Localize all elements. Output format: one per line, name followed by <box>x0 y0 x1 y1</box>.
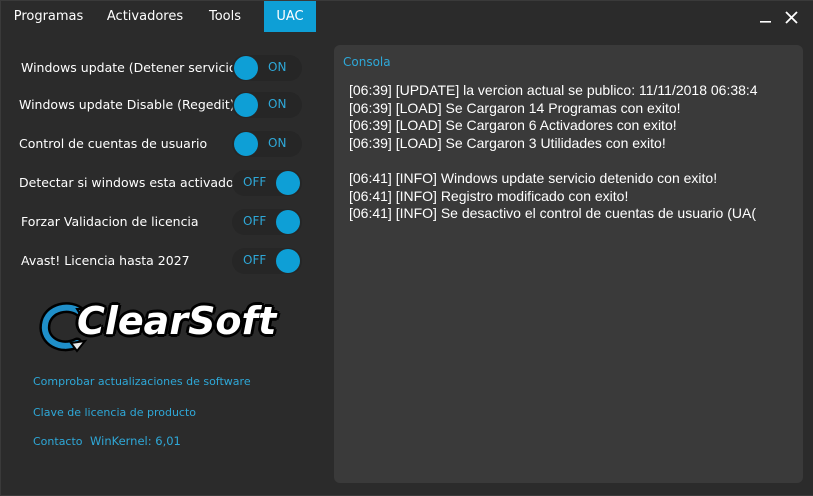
console-log: [06:39] [UPDATE] la vercion actual se pu… <box>349 82 770 223</box>
tab-bar: Programas Activadores Tools UAC <box>1 1 813 32</box>
log-line: [06:39] [UPDATE] la vercion actual se pu… <box>349 82 758 98</box>
logo-text: ClearSoft <box>77 299 277 343</box>
setting-label: Avast! Licencia hasta 2027 <box>21 253 190 268</box>
toggle-switch[interactable]: ON <box>232 92 302 118</box>
log-line: [06:39] [LOAD] Se Cargaron 3 Utilidades … <box>349 134 666 151</box>
toggle-knob <box>234 56 258 80</box>
setting-label: Control de cuentas de usuario <box>19 136 208 151</box>
tab-activadores[interactable]: Activadores <box>96 1 194 32</box>
minimize-button[interactable] <box>753 6 779 28</box>
tab-uac[interactable]: UAC <box>264 1 316 32</box>
toggle-switch[interactable]: OFF <box>232 209 302 235</box>
log-line: [06:39] [LOAD] Se Cargaron 14 Programas … <box>349 99 681 116</box>
setting-user-account-control: Control de cuentas de usuario ON <box>1 129 311 159</box>
log-line: [06:39] [LOAD] Se Cargaron 6 Activadores… <box>349 117 677 134</box>
tab-programas[interactable]: Programas <box>1 1 96 32</box>
toggle-state: ON <box>268 60 287 74</box>
toggle-state: OFF <box>243 253 267 267</box>
setting-force-license-validation: Forzar Validacion de licencia OFF <box>1 207 311 237</box>
setting-avast-license: Avast! Licencia hasta 2027 OFF <box>1 246 311 276</box>
toggle-knob <box>276 249 300 273</box>
console-panel: Consola [06:39] [UPDATE] la vercion actu… <box>334 45 803 483</box>
log-line: [06:41] [INFO] Registro modificado con e… <box>349 187 629 204</box>
clearsoft-logo: ClearSoft <box>37 297 276 357</box>
close-icon <box>784 11 798 24</box>
toggle-state: ON <box>268 136 287 150</box>
setting-detect-activation: Detectar si windows esta activado OFF <box>1 168 311 198</box>
log-line: [06:41] [INFO] Se desactivo el control d… <box>349 205 756 222</box>
setting-windows-update-regedit: Windows update Disable (Regedit) ON <box>1 90 311 120</box>
toggle-knob <box>276 171 300 195</box>
setting-label: Forzar Validacion de licencia <box>21 214 199 229</box>
tab-tools[interactable]: Tools <box>194 1 256 32</box>
toggle-state: OFF <box>243 214 267 228</box>
log-line: [06:41] [INFO] Windows update servicio d… <box>349 169 718 186</box>
toggle-knob <box>276 210 300 234</box>
license-key-link[interactable]: Clave de licencia de producto <box>33 406 196 419</box>
toggle-switch[interactable]: OFF <box>232 248 302 274</box>
check-updates-link[interactable]: Comprobar actualizaciones de software <box>33 375 251 388</box>
close-button[interactable] <box>778 6 804 28</box>
minimize-icon <box>760 21 771 23</box>
setting-label: Windows update (Detener servicio) <box>21 60 242 75</box>
toggle-state: ON <box>268 97 287 111</box>
setting-label: Windows update Disable (Regedit) <box>19 97 235 112</box>
toggle-state: OFF <box>243 175 267 189</box>
toggle-switch[interactable]: ON <box>232 55 302 81</box>
version-label: WinKernel: 6,01 <box>90 434 181 448</box>
setting-label: Detectar si windows esta activado <box>19 175 234 190</box>
contact-link[interactable]: Contacto <box>33 435 83 448</box>
setting-windows-update-service: Windows update (Detener servicio) ON <box>1 53 311 83</box>
toggle-switch[interactable]: ON <box>232 131 302 157</box>
toggle-switch[interactable]: OFF <box>232 170 302 196</box>
toggle-knob <box>234 132 258 156</box>
console-title: Consola <box>343 55 391 69</box>
app-window: Programas Activadores Tools UAC Windows … <box>0 0 813 496</box>
toggle-knob <box>234 93 258 117</box>
